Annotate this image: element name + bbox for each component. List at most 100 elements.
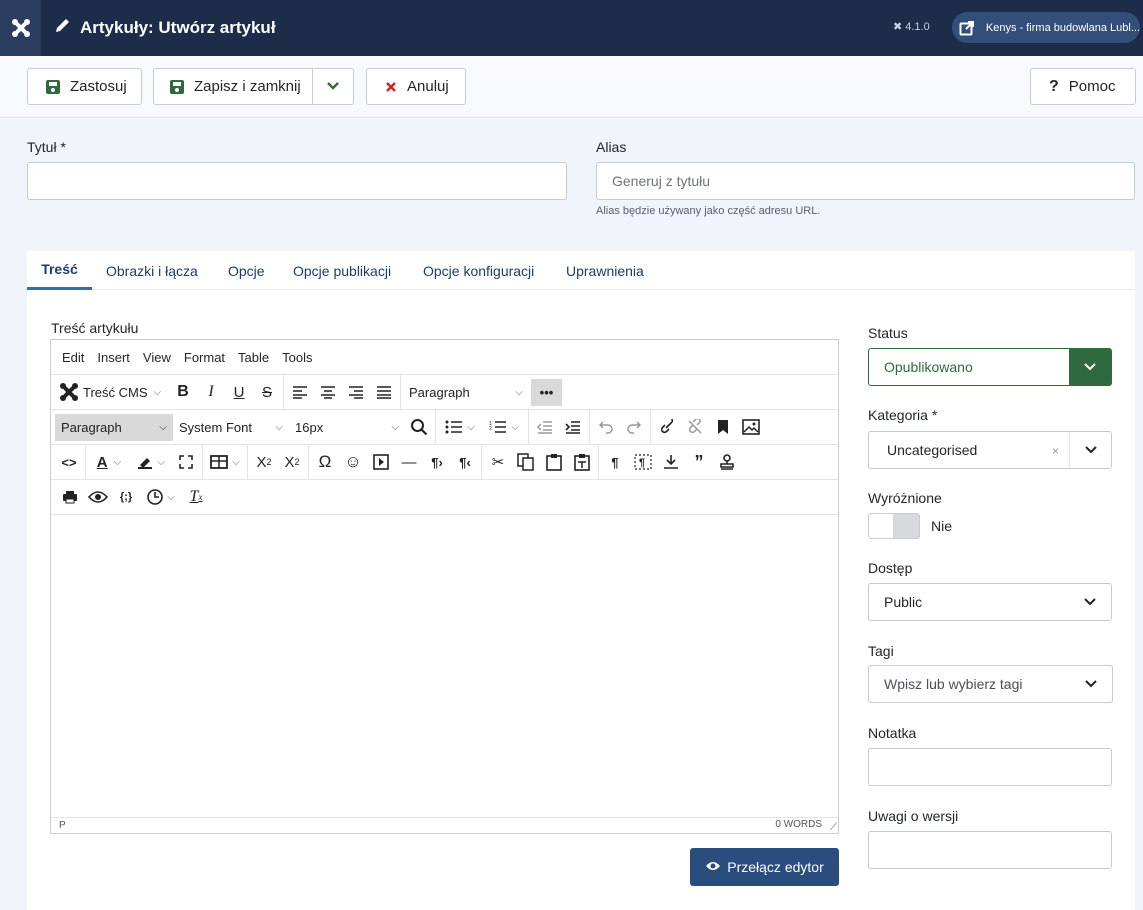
- search-icon[interactable]: [405, 414, 433, 441]
- clear-icon[interactable]: ×: [1052, 444, 1059, 458]
- editor-content-area[interactable]: [51, 515, 838, 817]
- copy-icon[interactable]: [512, 449, 540, 476]
- chevron-down-icon: ⌵: [153, 386, 162, 398]
- paste-text-icon[interactable]: [568, 449, 596, 476]
- cut-icon[interactable]: ✂: [484, 449, 512, 476]
- align-right-icon[interactable]: [342, 379, 370, 406]
- outdent-icon[interactable]: [531, 414, 559, 441]
- underline-icon[interactable]: U: [225, 379, 253, 406]
- horizontal-rule-icon[interactable]: —: [395, 449, 423, 476]
- apply-button[interactable]: Zastosuj: [27, 68, 142, 105]
- more-tools-icon[interactable]: •••: [531, 378, 562, 406]
- category-select[interactable]: Uncategorised ×: [868, 431, 1112, 469]
- tab-permissions[interactable]: Uprawnienia: [566, 251, 644, 290]
- code-sample-icon[interactable]: {;}: [112, 484, 140, 511]
- cms-content-dropdown[interactable]: Treść CMS ⌵: [57, 379, 169, 406]
- help-label: Pomoc: [1068, 78, 1116, 95]
- status-select[interactable]: Opublikowano: [868, 348, 1112, 386]
- toggle-editor-button[interactable]: Przełącz edytor: [690, 848, 839, 886]
- fullscreen-icon[interactable]: [172, 449, 200, 476]
- highlight-color-icon[interactable]: ⌵: [130, 449, 172, 476]
- joomla-icon: [59, 382, 79, 402]
- element-path[interactable]: P: [59, 820, 66, 831]
- stamp-icon[interactable]: [713, 449, 741, 476]
- chevron-down-icon: [1070, 666, 1112, 702]
- save-close-button[interactable]: Zapisz i zamknij: [153, 68, 313, 105]
- special-char-icon[interactable]: Ω: [311, 449, 339, 476]
- resize-handle-icon[interactable]: ⟋: [830, 822, 837, 833]
- print-icon[interactable]: [56, 484, 84, 511]
- version-note-input[interactable]: [868, 831, 1112, 869]
- help-button[interactable]: ? Pomoc: [1030, 68, 1136, 105]
- divider: [283, 374, 284, 410]
- tab-options[interactable]: Opcje: [228, 251, 265, 290]
- insert-datetime-icon[interactable]: ⌵: [140, 484, 182, 511]
- align-left-icon[interactable]: [286, 379, 314, 406]
- tab-images-links[interactable]: Obrazki i łącza: [106, 251, 198, 290]
- menu-view[interactable]: View: [143, 350, 171, 365]
- clear-formatting-icon[interactable]: Tx: [182, 484, 210, 511]
- top-header: Artykuły: Utwórz artykuł ✖ 4.1.0 Kenys -…: [0, 0, 1143, 56]
- rtl-icon[interactable]: ¶‹: [451, 449, 479, 476]
- emoji-icon[interactable]: ☺: [339, 449, 367, 476]
- article-text-label: Treść artykułu: [51, 320, 139, 336]
- anchor-icon[interactable]: [657, 449, 685, 476]
- access-label: Dostęp: [868, 560, 913, 576]
- superscript-icon[interactable]: X2: [278, 449, 306, 476]
- menu-format[interactable]: Format: [184, 350, 225, 365]
- image-icon[interactable]: [737, 414, 765, 441]
- numbered-list-icon[interactable]: 1 2 ⌵: [482, 414, 526, 441]
- tab-publishing[interactable]: Opcje publikacji: [293, 251, 391, 290]
- menu-edit[interactable]: Edit: [62, 350, 84, 365]
- source-code-icon[interactable]: <>: [55, 449, 83, 476]
- link-icon[interactable]: [653, 414, 681, 441]
- subscript-icon[interactable]: X2: [250, 449, 278, 476]
- paste-icon[interactable]: [540, 449, 568, 476]
- featured-toggle[interactable]: [868, 513, 920, 539]
- cancel-label: Anuluj: [407, 78, 449, 95]
- font-family-dropdown[interactable]: System Font ⌵: [173, 414, 289, 441]
- ltr-icon[interactable]: ¶›: [423, 449, 451, 476]
- menu-table[interactable]: Table: [238, 350, 269, 365]
- paragraph-format-dropdown[interactable]: Paragraph ⌵: [55, 413, 173, 441]
- align-justify-icon[interactable]: [370, 379, 398, 406]
- blockquote-icon[interactable]: ”: [685, 449, 713, 476]
- divider: [435, 409, 436, 445]
- redo-icon[interactable]: [620, 414, 648, 441]
- tab-content[interactable]: Treść: [27, 251, 92, 290]
- media-icon[interactable]: [367, 449, 395, 476]
- divider: [400, 374, 401, 410]
- indent-icon[interactable]: [559, 414, 587, 441]
- show-blocks-icon[interactable]: ¶: [601, 449, 629, 476]
- preview-icon[interactable]: [84, 484, 112, 511]
- strikethrough-icon[interactable]: S: [253, 379, 281, 406]
- block-format-dropdown[interactable]: Paragraph ⌵: [403, 379, 529, 406]
- tab-configuration[interactable]: Opcje konfiguracji: [423, 251, 534, 290]
- font-size-value: 16px: [295, 419, 324, 435]
- alias-input[interactable]: Generuj z tytułu: [596, 162, 1135, 200]
- table-icon[interactable]: ⌵: [205, 449, 245, 476]
- title-input[interactable]: [27, 162, 567, 200]
- menu-insert[interactable]: Insert: [97, 350, 130, 365]
- undo-icon[interactable]: [592, 414, 620, 441]
- cancel-button[interactable]: Anuluj: [366, 68, 466, 105]
- site-link[interactable]: Kenys - firma budowlana Lubl...: [952, 12, 1140, 43]
- italic-icon[interactable]: I: [197, 379, 225, 406]
- align-center-icon[interactable]: [314, 379, 342, 406]
- bookmark-icon[interactable]: [709, 414, 737, 441]
- save-options-dropdown[interactable]: [312, 68, 354, 105]
- visual-chars-icon[interactable]: ¶: [629, 449, 657, 476]
- menu-tools[interactable]: Tools: [282, 350, 312, 365]
- bold-icon[interactable]: B: [169, 379, 197, 406]
- joomla-logo-icon[interactable]: [0, 0, 41, 56]
- divider: [481, 444, 482, 480]
- divider: [247, 444, 248, 480]
- font-size-dropdown[interactable]: 16px ⌵: [289, 414, 405, 441]
- question-icon: ?: [1049, 77, 1059, 95]
- text-color-icon[interactable]: A ⌵: [88, 449, 130, 476]
- bullet-list-icon[interactable]: ⌵: [438, 414, 482, 441]
- access-select[interactable]: Public: [868, 583, 1112, 621]
- unlink-icon[interactable]: [681, 414, 709, 441]
- note-input[interactable]: [868, 748, 1112, 786]
- tags-select[interactable]: Wpisz lub wybierz tagi: [868, 665, 1113, 703]
